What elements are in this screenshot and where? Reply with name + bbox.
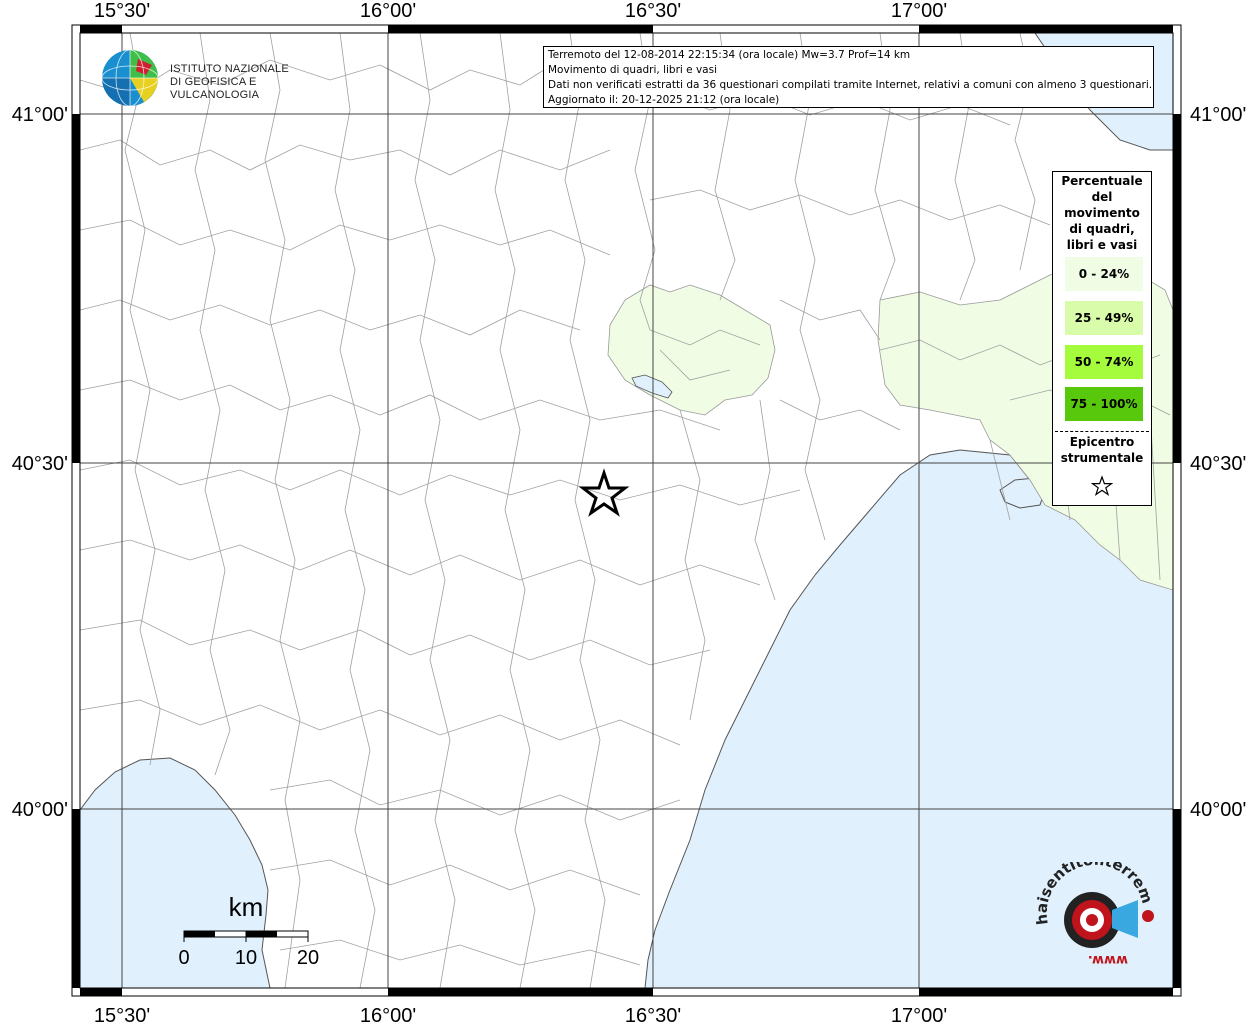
legend-title-line: del (1091, 190, 1113, 204)
legend-item-label: 50 - 74% (1074, 355, 1134, 369)
ingv-name-line1: ISTITUTO NAZIONALE (170, 63, 289, 75)
top-label: 16°30' (625, 0, 681, 22)
left-label: 40°30' (12, 453, 68, 475)
legend-epicenter-title: Epicentro strumentale (1053, 434, 1151, 466)
top-label: 15°30' (94, 0, 150, 22)
event-info-box: Terremoto del 12-08-2014 22:15:34 (ora l… (543, 46, 1154, 108)
scale-tick: 10 (235, 947, 257, 969)
legend-item-75-100: 75 - 100% (1065, 387, 1143, 421)
top-label: 16°00' (360, 0, 416, 22)
right-label: 41°00' (1190, 104, 1246, 126)
bottom-label: 16°00' (360, 1005, 416, 1024)
right-label: 40°30' (1190, 453, 1246, 475)
haisentito-logo: haisentitoilterremoto.it www. (1025, 848, 1160, 980)
event-subtitle: Movimento di quadri, libri e vasi (548, 64, 717, 76)
legend-star-icon (1091, 475, 1113, 496)
legend-item-50-74: 50 - 74% (1065, 345, 1143, 379)
legend: Percentuale del movimento di quadri, lib… (1052, 171, 1152, 506)
legend-epi-line: Epicentro (1069, 435, 1135, 449)
top-label: 17°00' (891, 0, 947, 22)
legend-item-label: 25 - 49% (1074, 311, 1134, 325)
ingv-globe-icon (101, 49, 159, 107)
event-title: Terremoto del 12-08-2014 22:15:34 (ora l… (548, 49, 911, 61)
scale-tick: 20 (297, 947, 319, 969)
legend-title-line: Percentuale (1061, 174, 1143, 188)
legend-item-label: 0 - 24% (1078, 267, 1130, 281)
haisentito-logo-url: www. (1088, 952, 1128, 967)
bottom-label: 16°30' (625, 1005, 681, 1024)
legend-title-line: movimento (1064, 206, 1140, 220)
legend-title-line: di quadri, (1069, 222, 1135, 236)
scale-tick: 0 (178, 947, 189, 969)
legend-item-0-24: 0 - 24% (1065, 257, 1143, 291)
legend-item-label: 75 - 100% (1070, 397, 1138, 411)
legend-epi-line: strumentale (1060, 451, 1144, 465)
haisentito-logo-icon: haisentitoilterremoto.it www. (1025, 848, 1156, 967)
bottom-label: 15°30' (94, 1005, 150, 1024)
bottom-label: 17°00' (891, 1005, 947, 1024)
legend-item-25-49: 25 - 49% (1065, 301, 1143, 335)
ingv-logo: ISTITUTO NAZIONALE DI GEOFISICA E VULCAN… (100, 47, 320, 109)
legend-separator (1055, 431, 1149, 432)
scale-unit: km (229, 892, 264, 922)
left-label: 40°00' (12, 799, 68, 821)
ingv-name-line2: DI GEOFISICA E VULCANOLOGIA (170, 76, 260, 101)
event-note: Dati non verificati estratti da 36 quest… (548, 79, 1153, 91)
legend-title-line: libri e vasi (1066, 238, 1138, 252)
right-label: 40°00' (1190, 799, 1246, 821)
left-label: 41°00' (12, 104, 68, 126)
event-updated: Aggiornato il: 20-12-2025 21:12 (ora loc… (548, 94, 780, 106)
legend-title: Percentuale del movimento di quadri, lib… (1053, 173, 1151, 253)
